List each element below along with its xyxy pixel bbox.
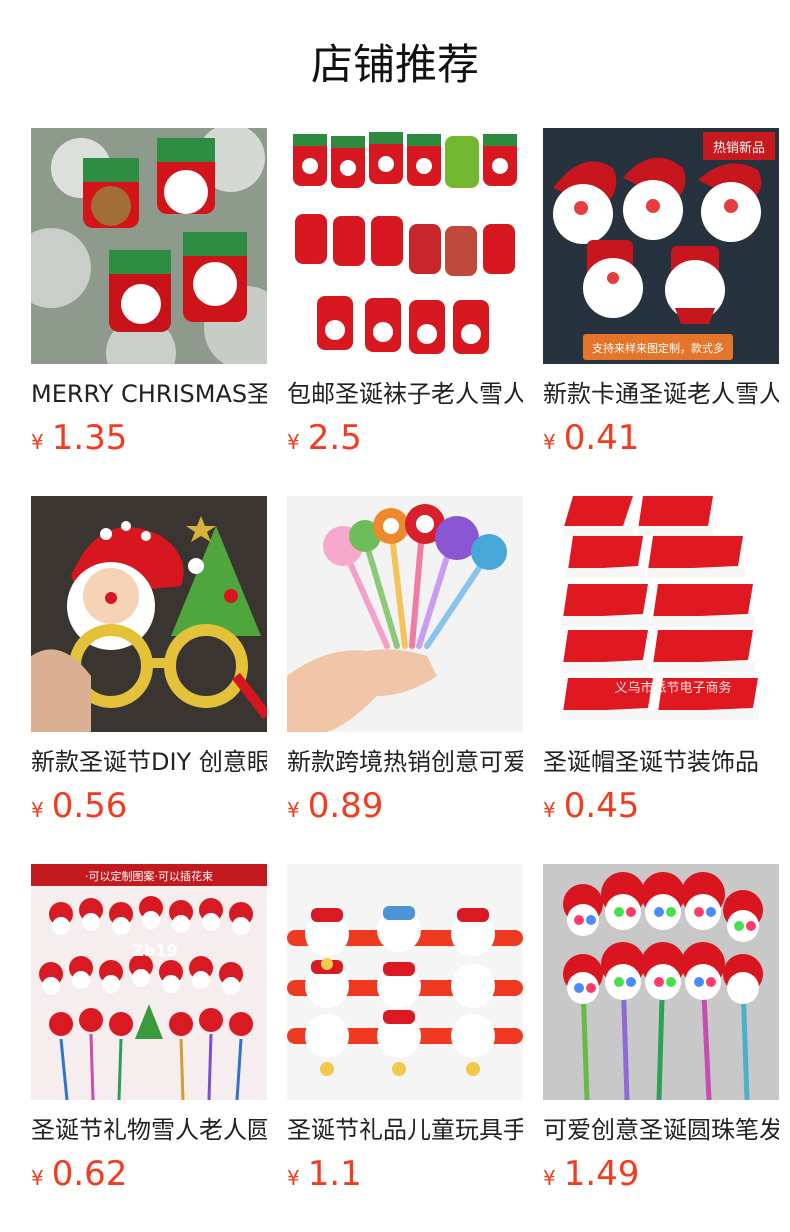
product-card[interactable]: ·可以定制图案·可以插花束 Zb19 圣诞节礼物雪人老人圆 ¥ 0.62	[31, 864, 267, 1232]
currency-symbol: ¥	[287, 798, 300, 822]
product-image[interactable]	[31, 496, 267, 732]
price-amount: 0.62	[51, 1154, 128, 1194]
price-amount: 1.49	[563, 1154, 640, 1194]
product-image[interactable]: 义乌市派节电子商务	[543, 496, 779, 732]
recommendation-page: 店铺推荐 MERRY CHRISMAS圣 ¥ 1.35 包邮圣诞袜子老人雪人 ¥…	[0, 0, 790, 1232]
currency-symbol: ¥	[31, 430, 44, 454]
product-image[interactable]: ·可以定制图案·可以插花束 Zb19	[31, 864, 267, 1100]
product-card[interactable]: 圣诞节礼品儿童玩具手环 ¥1.1	[287, 864, 523, 1232]
product-name[interactable]: 圣诞节礼品儿童玩具手环	[287, 1114, 523, 1146]
product-image[interactable]: 热销新品 支持来样来图定制，款式多	[543, 128, 779, 364]
product-card[interactable]: 可爱创意圣诞圆珠笔发光 ¥1.49	[543, 864, 779, 1232]
product-grid: MERRY CHRISMAS圣诞节 ¥1.35	[31, 128, 790, 1232]
product-price: ¥0.45	[543, 784, 779, 828]
product-card[interactable]: MERRY CHRISMAS圣诞节 ¥1.35	[31, 128, 267, 496]
price-amount: 1.35	[51, 418, 128, 458]
product-name[interactable]: 圣诞节礼物雪人老人圆珠笔	[31, 1114, 267, 1146]
watermark-text: 义乌市派节电子商务	[614, 680, 731, 696]
product-name[interactable]: MERRY CHRISMAS圣诞节	[31, 378, 267, 410]
product-name[interactable]: 包邮圣诞袜子老人雪人	[287, 378, 523, 410]
currency-symbol: ¥	[31, 1166, 44, 1190]
price-amount: 2.5	[307, 418, 362, 458]
product-image[interactable]	[543, 864, 779, 1100]
currency-symbol: ¥	[543, 1166, 556, 1190]
product-price: ¥0.89	[287, 784, 523, 828]
product-name[interactable]: 圣诞帽圣诞节装饰品	[543, 746, 779, 778]
product-card[interactable]: 新款跨境热销创意可爱 ¥0.89	[287, 496, 523, 864]
currency-symbol: ¥	[287, 1166, 300, 1190]
currency-symbol: ¥	[31, 798, 44, 822]
product-image[interactable]	[287, 128, 523, 364]
product-price: ¥0.62	[31, 1152, 267, 1196]
product-name[interactable]: 新款跨境热销创意可爱	[287, 746, 523, 778]
badge-text: 热销新品	[713, 140, 765, 156]
product-card[interactable]: 新款圣诞节DIY 创意眼镜 ¥0.56	[31, 496, 267, 864]
price-amount: 0.45	[563, 786, 640, 826]
watermark-code: Zb19	[132, 941, 177, 960]
banner-text: ·可以定制图案·可以插花束	[85, 869, 213, 883]
price-amount: 0.56	[51, 786, 128, 826]
product-card[interactable]: 包邮圣诞袜子老人雪人 ¥2.5	[287, 128, 523, 496]
product-name[interactable]: 可爱创意圣诞圆珠笔发光	[543, 1114, 779, 1146]
product-name[interactable]: 新款圣诞节DIY 创意眼镜	[31, 746, 267, 778]
product-price: ¥0.41	[543, 416, 779, 460]
product-card[interactable]: 热销新品 支持来样来图定制，款式多 新款卡通圣诞老人雪人 ¥ 0.41	[543, 128, 779, 496]
price-amount: 0.89	[307, 786, 384, 826]
product-image[interactable]	[31, 128, 267, 364]
currency-symbol: ¥	[543, 430, 556, 454]
product-card[interactable]: 义乌市派节电子商务 圣诞帽圣诞节装饰品 ¥0.45	[543, 496, 779, 864]
price-amount: 0.41	[563, 418, 640, 458]
product-price: ¥1.35	[31, 416, 267, 460]
currency-symbol: ¥	[287, 430, 300, 454]
page-title: 店铺推荐	[310, 40, 479, 89]
product-price: ¥0.56	[31, 784, 267, 828]
product-price: ¥2.5	[287, 416, 523, 460]
price-amount: 1.1	[307, 1154, 362, 1194]
product-image[interactable]	[287, 864, 523, 1100]
product-name[interactable]: 新款卡通圣诞老人雪人	[543, 378, 779, 410]
product-image[interactable]	[287, 496, 523, 732]
currency-symbol: ¥	[543, 798, 556, 822]
custom-order-text: 支持来样来图定制，款式多	[592, 341, 724, 355]
product-price: ¥1.49	[543, 1152, 779, 1196]
product-price: ¥1.1	[287, 1152, 523, 1196]
